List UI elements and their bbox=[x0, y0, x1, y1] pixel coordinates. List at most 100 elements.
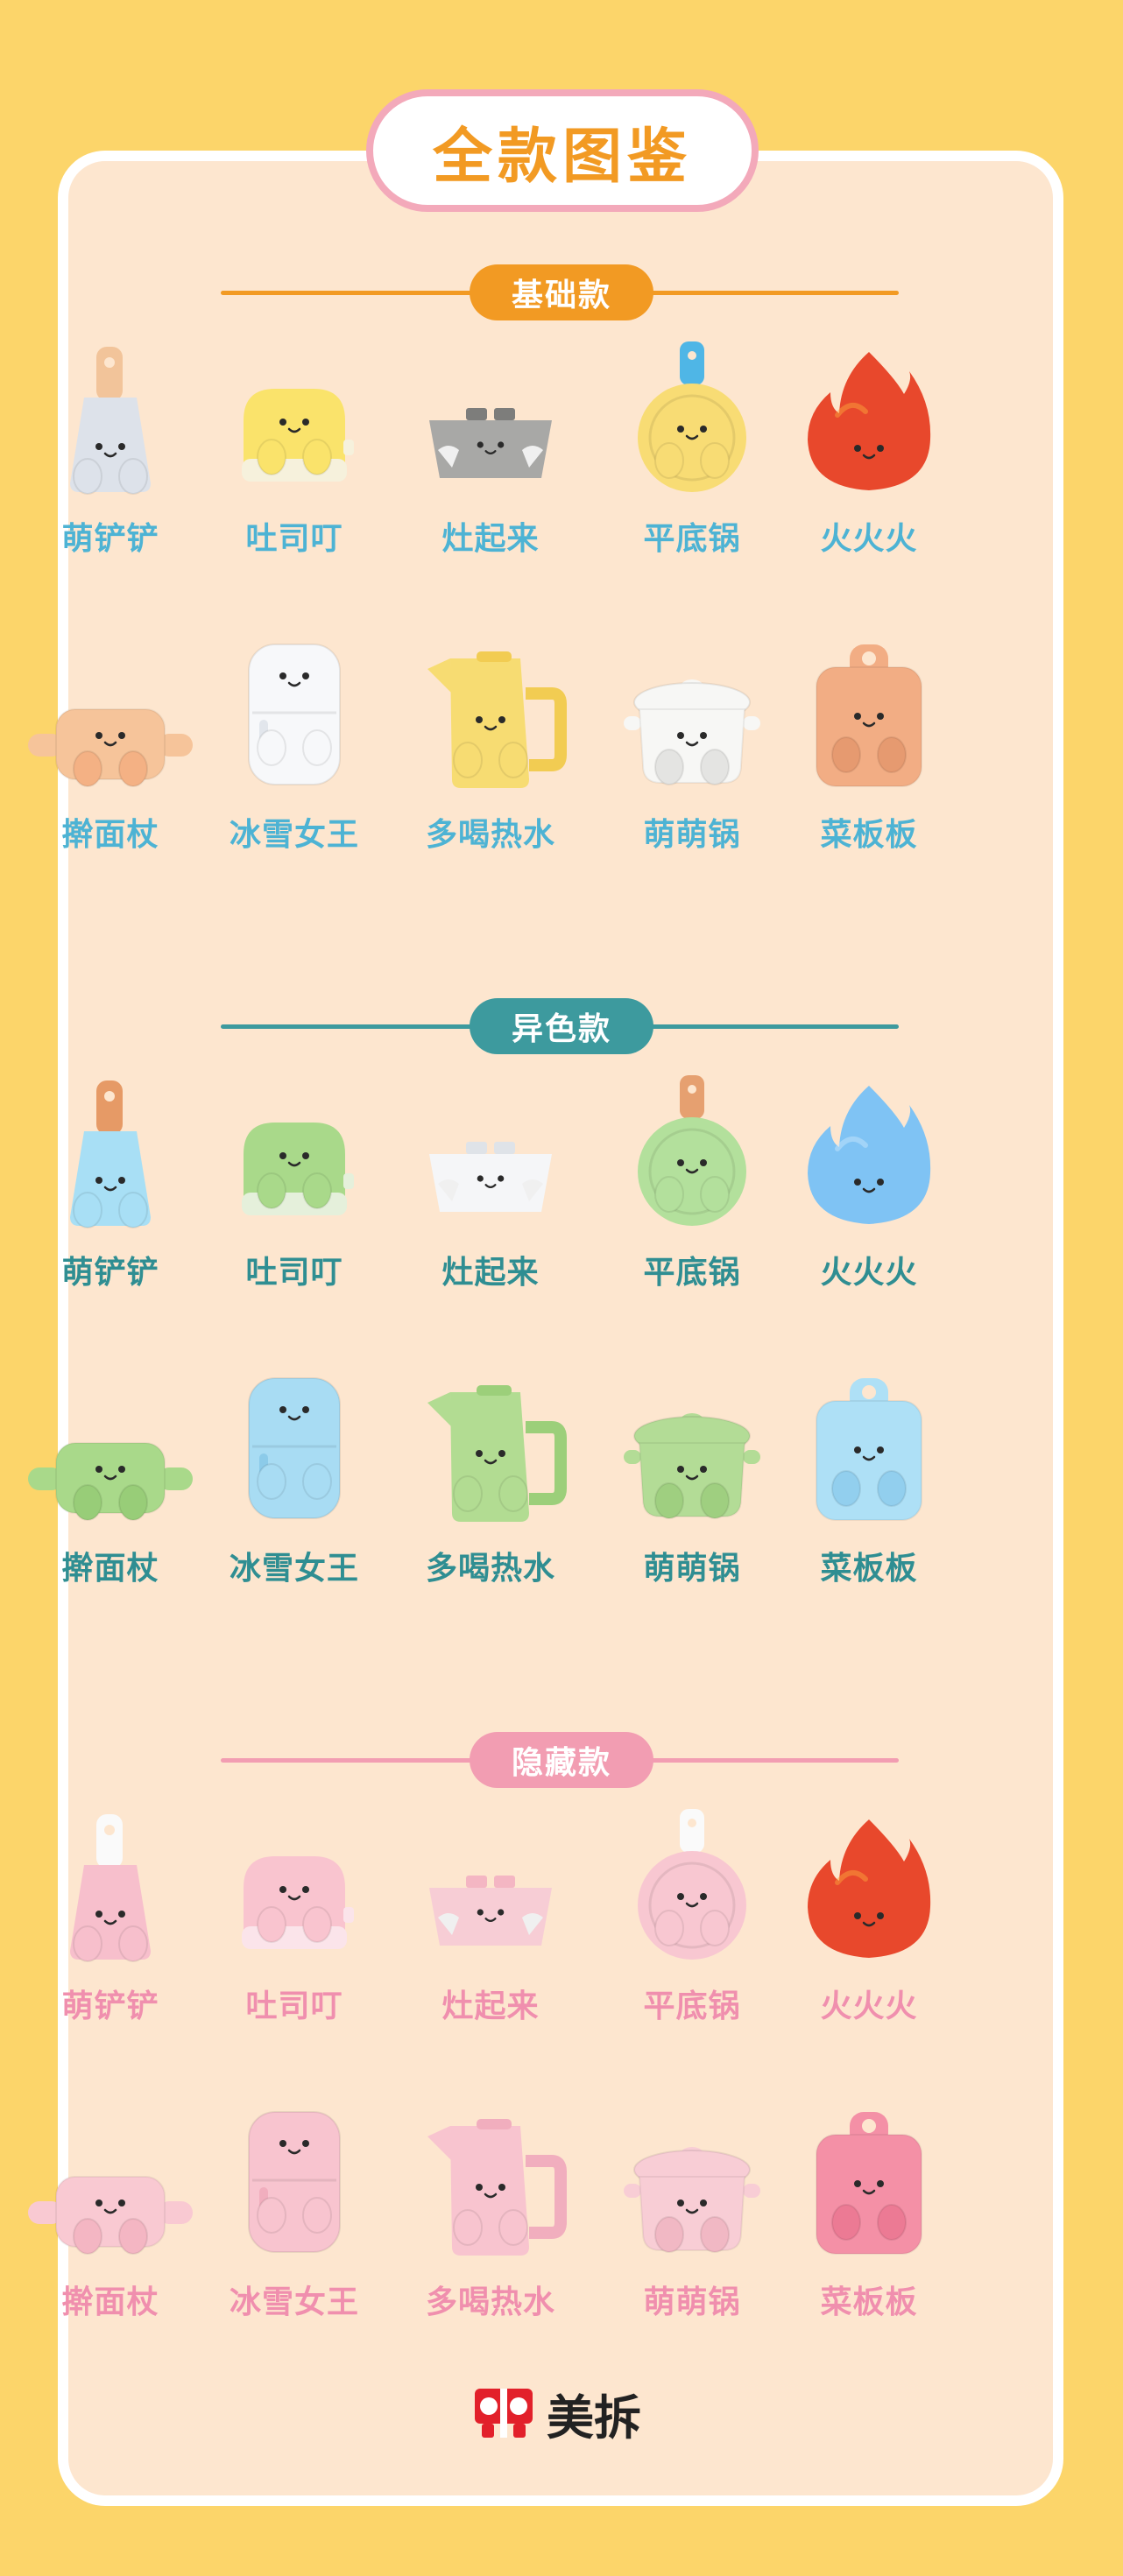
figure-label: 灶起来 bbox=[441, 1988, 540, 2024]
item-row: 擀面杖 冰雪女王 多喝热水 萌萌锅 菜板板 bbox=[0, 632, 1123, 853]
figure-label: 吐司叮 bbox=[245, 1255, 343, 1291]
figure-item[interactable]: 萌萌锅 bbox=[604, 632, 780, 853]
rolling-pin-icon bbox=[28, 708, 193, 787]
figure-label: 菜板板 bbox=[820, 2284, 918, 2320]
figure-item[interactable]: 平底锅 bbox=[604, 336, 780, 557]
title-badge: 全款图鉴 bbox=[366, 89, 759, 212]
section-header: 基础款 bbox=[0, 264, 1123, 320]
section-1: 基础款 萌铲铲 吐司叮 灶起来 平底锅 火火火 擀面杖 冰雪女王 多喝热水 萌萌… bbox=[0, 264, 1123, 853]
figure-label: 擀面杖 bbox=[61, 817, 159, 853]
figure-item[interactable]: 擀面杖 bbox=[23, 1366, 198, 1587]
section-header: 隐藏款 bbox=[0, 1732, 1123, 1788]
figure-item[interactable]: 冰雪女王 bbox=[207, 632, 382, 853]
figure-label: 火火火 bbox=[820, 521, 918, 557]
section-3: 隐藏款 萌铲铲 吐司叮 灶起来 平底锅 火火火 擀面杖 冰雪女王 多喝热水 萌萌… bbox=[0, 1732, 1123, 2320]
figure-label: 冰雪女王 bbox=[229, 2284, 359, 2320]
figure-label: 多喝热水 bbox=[425, 1551, 555, 1587]
figure-item[interactable]: 擀面杖 bbox=[23, 632, 198, 853]
figure-label: 火火火 bbox=[820, 1988, 918, 2024]
toaster-icon bbox=[242, 1856, 354, 1949]
pot-icon bbox=[624, 679, 760, 785]
board-icon bbox=[816, 2112, 922, 2255]
figure-label: 菜板板 bbox=[820, 817, 918, 853]
pan-icon bbox=[638, 341, 746, 492]
figure-item[interactable]: 吐司叮 bbox=[207, 336, 382, 557]
figure-label: 吐司叮 bbox=[245, 521, 343, 557]
figure-item[interactable]: 菜板板 bbox=[781, 1366, 957, 1587]
figure-item[interactable]: 萌萌锅 bbox=[604, 2100, 780, 2320]
figure-label: 多喝热水 bbox=[425, 2284, 555, 2320]
figure-item[interactable]: 火火火 bbox=[781, 1070, 957, 1291]
figure-label: 吐司叮 bbox=[245, 1988, 343, 2024]
rolling-pin-icon bbox=[28, 1442, 193, 1521]
stove-icon bbox=[429, 1876, 552, 1946]
page-title: 全款图鉴 bbox=[432, 122, 692, 192]
fridge-icon bbox=[248, 2111, 341, 2253]
fire-icon bbox=[808, 352, 931, 490]
section-header: 异色款 bbox=[0, 998, 1123, 1054]
figure-item[interactable]: 灶起来 bbox=[403, 1804, 578, 2024]
figure-item[interactable]: 多喝热水 bbox=[403, 2100, 578, 2320]
fridge-icon bbox=[248, 1377, 341, 1519]
figure-label: 火火火 bbox=[820, 1255, 918, 1291]
figure-item[interactable]: 擀面杖 bbox=[23, 2100, 198, 2320]
pan-icon bbox=[638, 1075, 746, 1226]
spatula-icon bbox=[70, 347, 151, 495]
figure-item[interactable]: 火火火 bbox=[781, 336, 957, 557]
rolling-pin-icon bbox=[28, 2176, 193, 2255]
spatula-icon bbox=[70, 1080, 151, 1228]
figure-label: 萌铲铲 bbox=[61, 1255, 159, 1291]
figure-label: 擀面杖 bbox=[61, 1551, 159, 1587]
section-title: 异色款 bbox=[470, 998, 653, 1054]
pan-icon bbox=[638, 1809, 746, 1960]
fire-icon bbox=[808, 1086, 931, 1224]
kettle-icon bbox=[427, 651, 567, 788]
figure-label: 菜板板 bbox=[820, 1551, 918, 1587]
figure-label: 擀面杖 bbox=[61, 2284, 159, 2320]
figure-item[interactable]: 吐司叮 bbox=[207, 1804, 382, 2024]
figure-label: 萌铲铲 bbox=[61, 1988, 159, 2024]
fridge-icon bbox=[248, 644, 341, 785]
figure-item[interactable]: 萌铲铲 bbox=[23, 1070, 198, 1291]
toaster-icon bbox=[242, 1123, 354, 1215]
board-icon bbox=[816, 1378, 922, 1521]
fire-icon bbox=[808, 1819, 931, 1958]
board-icon bbox=[816, 644, 922, 787]
pot-icon bbox=[624, 1413, 760, 1519]
figure-item[interactable]: 灶起来 bbox=[403, 336, 578, 557]
figure-label: 多喝热水 bbox=[425, 817, 555, 853]
figure-item[interactable]: 火火火 bbox=[781, 1804, 957, 2024]
section-title: 隐藏款 bbox=[470, 1732, 653, 1788]
figure-item[interactable]: 萌铲铲 bbox=[23, 336, 198, 557]
section-2: 异色款 萌铲铲 吐司叮 灶起来 平底锅 火火火 擀面杖 冰雪女王 多喝热水 萌萌… bbox=[0, 998, 1123, 1587]
item-row: 萌铲铲 吐司叮 灶起来 平底锅 火火火 bbox=[0, 1804, 1123, 2024]
figure-item[interactable]: 多喝热水 bbox=[403, 632, 578, 853]
kettle-icon bbox=[427, 2119, 567, 2256]
figure-item[interactable]: 平底锅 bbox=[604, 1070, 780, 1291]
figure-item[interactable]: 萌铲铲 bbox=[23, 1804, 198, 2024]
figure-item[interactable]: 菜板板 bbox=[781, 2100, 957, 2320]
item-row: 萌铲铲 吐司叮 灶起来 平底锅 火火火 bbox=[0, 1070, 1123, 1291]
kettle-icon bbox=[427, 1385, 567, 1522]
brand-name: 美拆 bbox=[547, 2389, 641, 2446]
item-row: 擀面杖 冰雪女王 多喝热水 萌萌锅 菜板板 bbox=[0, 2100, 1123, 2320]
figure-label: 冰雪女王 bbox=[229, 1551, 359, 1587]
stove-icon bbox=[429, 408, 552, 478]
figure-item[interactable]: 冰雪女王 bbox=[207, 2100, 382, 2320]
figure-item[interactable]: 平底锅 bbox=[604, 1804, 780, 2024]
item-row: 萌铲铲 吐司叮 灶起来 平底锅 火火火 bbox=[0, 336, 1123, 557]
item-row: 擀面杖 冰雪女王 多喝热水 萌萌锅 菜板板 bbox=[0, 1366, 1123, 1587]
toaster-icon bbox=[242, 389, 354, 482]
figure-label: 冰雪女王 bbox=[229, 817, 359, 853]
figure-item[interactable]: 萌萌锅 bbox=[604, 1366, 780, 1587]
stove-icon bbox=[429, 1142, 552, 1212]
figure-item[interactable]: 吐司叮 bbox=[207, 1070, 382, 1291]
figure-item[interactable]: 冰雪女王 bbox=[207, 1366, 382, 1587]
figure-label: 萌铲铲 bbox=[61, 521, 159, 557]
brand-logo-icon bbox=[473, 2385, 534, 2441]
figure-item[interactable]: 多喝热水 bbox=[403, 1366, 578, 1587]
pot-icon bbox=[624, 2147, 760, 2253]
figure-item[interactable]: 菜板板 bbox=[781, 632, 957, 853]
figure-item[interactable]: 灶起来 bbox=[403, 1070, 578, 1291]
figure-label: 灶起来 bbox=[441, 521, 540, 557]
